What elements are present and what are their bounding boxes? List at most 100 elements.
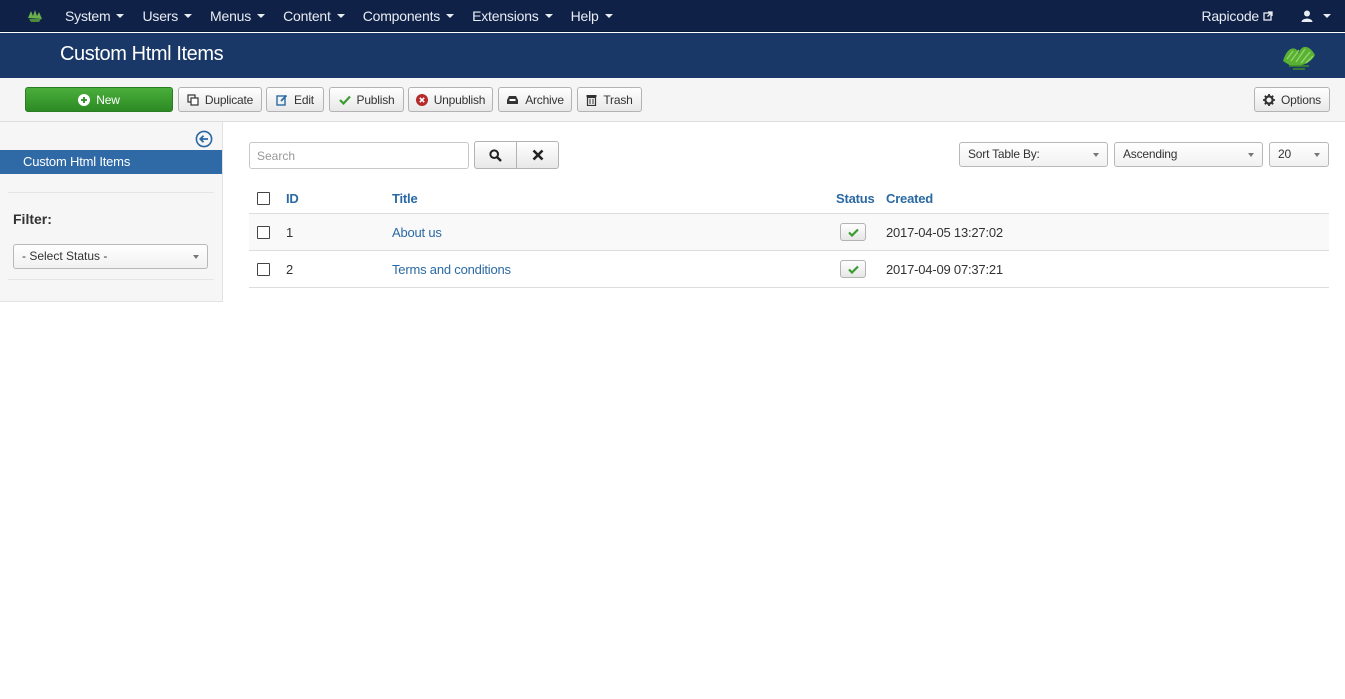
row-title-link[interactable]: Terms and conditions bbox=[392, 251, 511, 287]
unpublish-button-label: Unpublish bbox=[433, 92, 486, 107]
site-link[interactable]: Rapicode bbox=[1201, 8, 1273, 24]
column-header-created[interactable]: Created bbox=[886, 183, 933, 213]
status-filter-select[interactable]: - Select Status - bbox=[13, 244, 208, 269]
close-icon bbox=[532, 149, 544, 161]
cancel-circle-icon bbox=[415, 93, 428, 106]
checkmark-icon bbox=[847, 228, 859, 237]
dropdown-arrow-icon bbox=[1093, 153, 1099, 157]
row-status-cell bbox=[840, 251, 866, 287]
sort-by-select[interactable]: Sort Table By: bbox=[959, 142, 1108, 167]
sidebar-collapse-icon[interactable] bbox=[195, 130, 213, 151]
joomla-brand-logo bbox=[1279, 41, 1319, 71]
gear-icon bbox=[1263, 93, 1276, 106]
caret-down-icon bbox=[604, 14, 613, 18]
row-checkbox-cell bbox=[257, 214, 270, 250]
list-limit-select[interactable]: 20 bbox=[1269, 142, 1329, 167]
duplicate-button[interactable]: Duplicate bbox=[178, 87, 262, 112]
trash-button[interactable]: Trash bbox=[577, 87, 642, 112]
caret-down-icon bbox=[184, 14, 193, 18]
menu-users[interactable]: Users bbox=[133, 0, 201, 32]
archive-icon bbox=[506, 95, 519, 105]
edit-button[interactable]: Edit bbox=[266, 87, 324, 112]
nav-right: Rapicode bbox=[1201, 0, 1345, 32]
sort-direction-select[interactable]: Ascending bbox=[1114, 142, 1263, 167]
row-id: 1 bbox=[286, 224, 294, 240]
publish-button-label: Publish bbox=[356, 92, 395, 107]
user-menu[interactable] bbox=[1301, 10, 1331, 22]
plus-circle-icon bbox=[78, 93, 91, 106]
menu-content[interactable]: Content bbox=[274, 0, 354, 32]
menu-system-label: System bbox=[65, 8, 111, 24]
checkmark-icon bbox=[847, 265, 859, 274]
status-filter-value: - Select Status - bbox=[22, 249, 108, 263]
page-title: Custom Html Items bbox=[60, 43, 224, 65]
divider bbox=[8, 192, 214, 193]
new-button-label: New bbox=[96, 92, 120, 107]
dropdown-arrow-icon bbox=[1314, 153, 1320, 157]
items-table: ID Title Status Created 1 About us 2017-… bbox=[249, 183, 1329, 288]
main-menu: System Users Menus Content Components Ex… bbox=[56, 0, 622, 32]
caret-down-icon bbox=[336, 14, 345, 18]
caret-down-icon bbox=[116, 14, 125, 18]
caret-down-icon bbox=[544, 14, 553, 18]
column-header-status[interactable]: Status bbox=[836, 183, 875, 213]
menu-components-label: Components bbox=[362, 8, 441, 24]
table-row: 1 About us 2017-04-05 13:27:02 bbox=[249, 214, 1329, 251]
row-checkbox[interactable] bbox=[257, 225, 270, 239]
menu-menus[interactable]: Menus bbox=[201, 0, 274, 32]
row-id: 2 bbox=[286, 261, 294, 277]
dropdown-arrow-icon bbox=[1248, 153, 1254, 157]
divider bbox=[8, 279, 214, 280]
caret-down-icon bbox=[1323, 14, 1331, 18]
column-header-id[interactable]: ID bbox=[286, 183, 299, 213]
new-button[interactable]: New bbox=[25, 87, 173, 112]
menu-users-label: Users bbox=[142, 8, 179, 24]
list-limit-value: 20 bbox=[1278, 147, 1291, 161]
dropdown-arrow-icon bbox=[193, 255, 199, 259]
menu-menus-label: Menus bbox=[210, 8, 252, 24]
filter-label: Filter: bbox=[13, 211, 52, 227]
archive-button[interactable]: Archive bbox=[498, 87, 572, 112]
row-checkbox[interactable] bbox=[257, 262, 270, 276]
search-button[interactable] bbox=[474, 141, 517, 169]
user-icon bbox=[1301, 10, 1313, 22]
menu-system[interactable]: System bbox=[56, 0, 133, 32]
caret-down-icon bbox=[446, 14, 455, 18]
column-header-title[interactable]: Title bbox=[392, 183, 418, 213]
options-button[interactable]: Options bbox=[1254, 87, 1330, 112]
select-all-checkbox[interactable] bbox=[257, 191, 270, 205]
menu-components[interactable]: Components bbox=[354, 0, 463, 32]
unpublish-button[interactable]: Unpublish bbox=[408, 87, 493, 112]
checkmark-icon bbox=[338, 95, 351, 105]
duplicate-button-label: Duplicate bbox=[204, 92, 254, 107]
edit-icon bbox=[276, 94, 288, 106]
clear-search-button[interactable] bbox=[516, 141, 559, 169]
trash-button-label: Trash bbox=[603, 92, 633, 107]
menu-extensions[interactable]: Extensions bbox=[463, 0, 561, 32]
menu-help[interactable]: Help bbox=[562, 0, 622, 32]
external-link-icon bbox=[1263, 11, 1273, 21]
published-toggle[interactable] bbox=[840, 260, 866, 278]
toolbar: New Duplicate Edit Publish Unpublish Arc… bbox=[0, 78, 1345, 122]
menu-extensions-label: Extensions bbox=[472, 8, 539, 24]
sort-by-value: Sort Table By: bbox=[968, 147, 1040, 161]
edit-button-label: Edit bbox=[294, 92, 314, 107]
select-all-checkbox-cell bbox=[257, 183, 270, 213]
row-created: 2017-04-09 07:37:21 bbox=[886, 261, 1003, 277]
archive-button-label: Archive bbox=[525, 92, 564, 107]
publish-button[interactable]: Publish bbox=[329, 87, 404, 112]
sidebar-item-custom-html-items[interactable]: Custom Html Items bbox=[0, 150, 222, 174]
sidebar: Custom Html Items Filter: - Select Statu… bbox=[0, 122, 223, 302]
search-icon bbox=[489, 148, 502, 162]
caret-down-icon bbox=[257, 14, 266, 18]
joomla-logo-icon[interactable] bbox=[26, 8, 44, 24]
search-input[interactable] bbox=[249, 142, 469, 169]
row-status-cell bbox=[840, 214, 866, 250]
row-checkbox-cell bbox=[257, 251, 270, 287]
table-header-row: ID Title Status Created bbox=[249, 183, 1329, 214]
top-navbar: System Users Menus Content Components Ex… bbox=[0, 0, 1345, 32]
row-title-link[interactable]: About us bbox=[392, 214, 442, 250]
menu-content-label: Content bbox=[283, 8, 331, 24]
site-name: Rapicode bbox=[1201, 8, 1259, 24]
published-toggle[interactable] bbox=[840, 223, 866, 241]
